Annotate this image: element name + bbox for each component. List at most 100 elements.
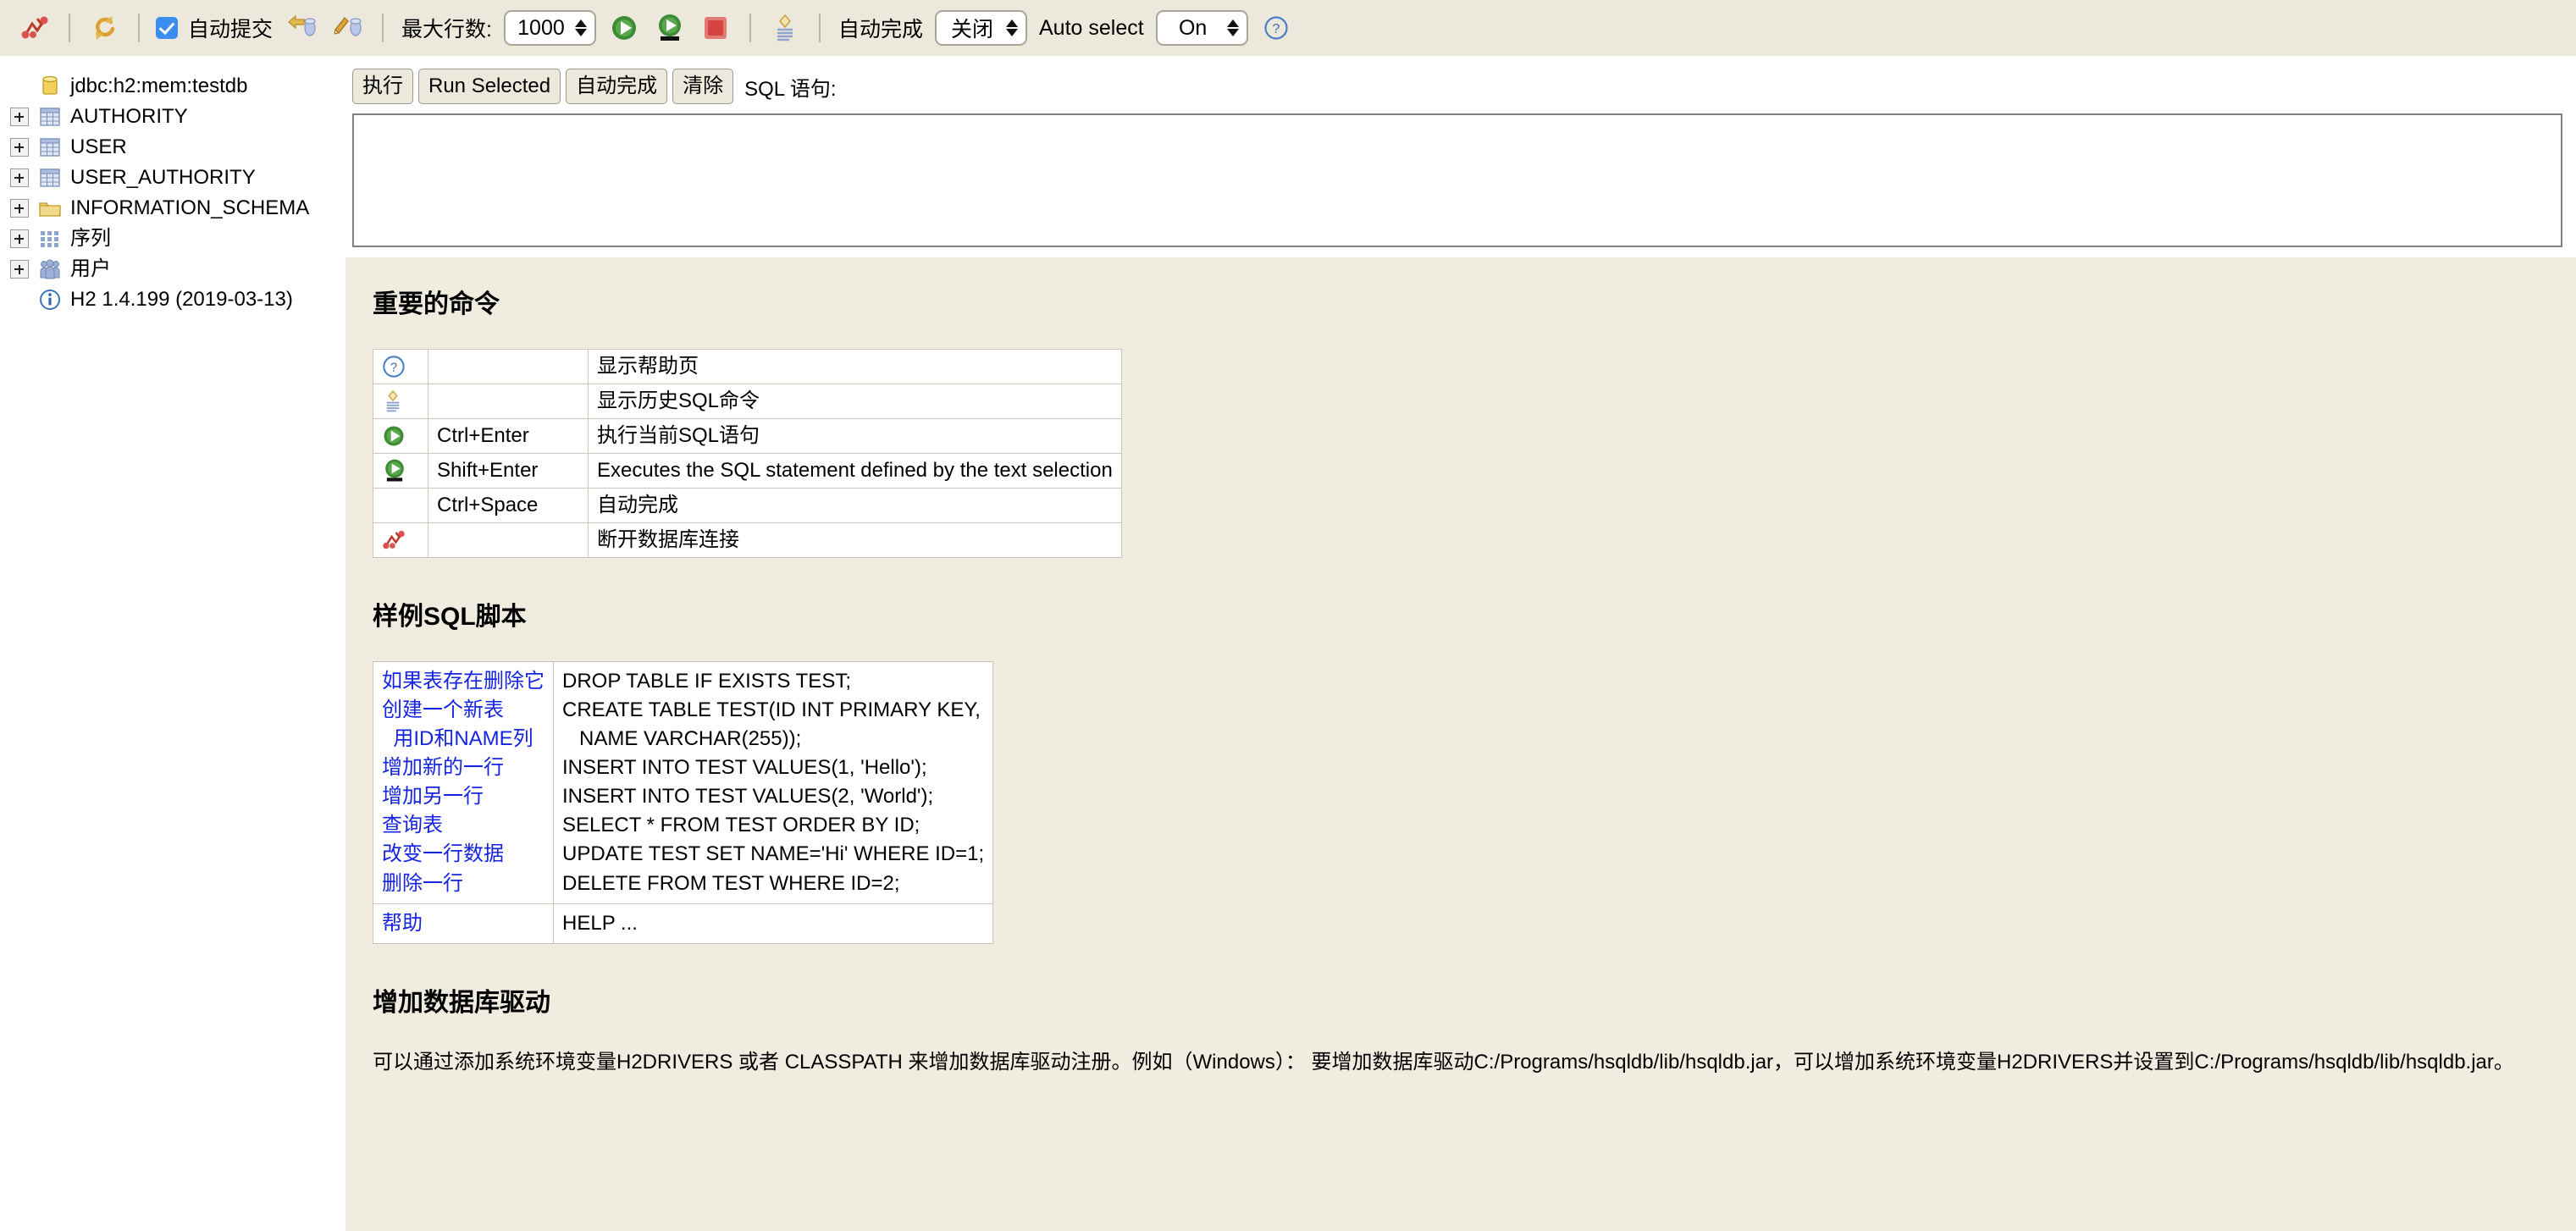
commands-heading: 重要的命令 xyxy=(373,290,500,318)
help-icon[interactable]: ? xyxy=(373,349,428,384)
command-shortcut xyxy=(428,522,589,558)
info-icon xyxy=(39,289,61,311)
auto-commit-label: 自动提交 xyxy=(188,18,274,41)
table-row: Shift+Enter Executes the SQL statement d… xyxy=(373,453,1122,489)
toolbar-separator xyxy=(382,14,384,42)
main-toolbar: 自动提交 最大行数: 1000 自动完成 关闭 Auto select On ? xyxy=(0,0,2576,56)
table-icon xyxy=(39,167,61,189)
autocomplete-label: 自动完成 xyxy=(837,18,923,41)
max-rows-value: 1000 xyxy=(517,15,565,40)
tree-item-label: AUTHORITY xyxy=(70,105,188,128)
auto-select-select[interactable]: On xyxy=(1155,10,1248,46)
disconnect-icon[interactable] xyxy=(373,522,428,558)
table-row: Ctrl+Space 自动完成 xyxy=(373,488,1122,523)
expander-icon[interactable] xyxy=(10,108,29,126)
sample-sql: HELP ... xyxy=(552,903,994,944)
run-selected-icon[interactable] xyxy=(373,453,428,489)
expander-icon[interactable] xyxy=(10,199,29,218)
svg-text:?: ? xyxy=(390,361,397,375)
rollback-icon[interactable] xyxy=(285,10,320,46)
tree-item-user-authority[interactable]: USER_AUTHORITY xyxy=(0,163,345,193)
command-description: 显示帮助页 xyxy=(588,349,1122,384)
sample-sql: DROP TABLE IF EXISTS TEST; CREATE TABLE … xyxy=(552,661,994,904)
command-description: 自动完成 xyxy=(588,488,1122,523)
tree-item-label: jdbc:h2:mem:testdb xyxy=(70,75,248,97)
run-selected-button[interactable]: Run Selected xyxy=(418,69,561,104)
sequence-icon xyxy=(39,228,61,250)
clear-button[interactable]: 清除 xyxy=(672,69,734,104)
database-tree-sidebar: jdbc:h2:mem:testdb AUTHORITY USER USER_A… xyxy=(0,56,345,1231)
disconnect-icon[interactable] xyxy=(17,10,53,46)
sample-note: 帮助 xyxy=(373,903,554,944)
autocomplete-value: 关闭 xyxy=(950,18,993,41)
sample-note: 如果表存在删除它 创建一个新表 用ID和NAME列 增加新的一行 增加另一行 查… xyxy=(373,661,554,904)
svg-text:?: ? xyxy=(1272,22,1280,36)
table-row: 帮助 HELP ... xyxy=(373,903,994,944)
table-icon xyxy=(39,136,61,158)
help-content-panel: 重要的命令 ? 显示帮助页 显示历史SQL命令 Ctrl+Enter 执行当前S… xyxy=(345,257,2576,1231)
history-icon[interactable] xyxy=(373,384,428,419)
table-icon xyxy=(39,106,61,128)
tree-item-label: INFORMATION_SCHEMA xyxy=(70,196,310,219)
expander-placeholder xyxy=(10,77,29,96)
drivers-heading: 增加数据库驱动 xyxy=(373,988,550,1017)
table-row: 如果表存在删除它 创建一个新表 用ID和NAME列 增加新的一行 增加另一行 查… xyxy=(373,661,994,904)
expander-icon[interactable] xyxy=(10,229,29,248)
autocomplete-button[interactable]: 自动完成 xyxy=(566,69,668,104)
tree-item-authority[interactable]: AUTHORITY xyxy=(0,102,345,132)
command-shortcut: Shift+Enter xyxy=(428,453,589,489)
sample-sql-table: 如果表存在删除它 创建一个新表 用ID和NAME列 增加新的一行 增加另一行 查… xyxy=(373,661,994,944)
auto-select-arrows[interactable] xyxy=(1226,19,1239,36)
command-description: Executes the SQL statement defined by th… xyxy=(588,453,1122,489)
expander-icon[interactable] xyxy=(10,138,29,157)
max-rows-stepper[interactable]: 1000 xyxy=(503,10,596,46)
run-icon[interactable] xyxy=(606,10,642,46)
table-row: ? 显示帮助页 xyxy=(373,349,1122,384)
command-description: 断开数据库连接 xyxy=(588,522,1122,558)
stop-icon[interactable] xyxy=(698,10,733,46)
tree-item-label: 用户 xyxy=(70,257,111,280)
sql-workspace: 执行 Run Selected 自动完成 清除 SQL 语句: 重要的命令 ? … xyxy=(345,56,2576,1231)
command-shortcut xyxy=(428,349,589,384)
autocomplete-select[interactable]: 关闭 xyxy=(934,10,1027,46)
expander-icon[interactable] xyxy=(10,168,29,187)
command-shortcut: Ctrl+Enter xyxy=(428,418,589,454)
refresh-icon[interactable] xyxy=(86,10,122,46)
command-shortcut xyxy=(428,384,589,419)
commit-icon[interactable] xyxy=(330,10,366,46)
sample-sql-heading: 样例SQL脚本 xyxy=(373,603,527,631)
commands-table: ? 显示帮助页 显示历史SQL命令 Ctrl+Enter 执行当前SQL语句 S… xyxy=(373,349,1122,558)
tree-item-users[interactable]: 用户 xyxy=(0,254,345,284)
expander-placeholder xyxy=(10,290,29,309)
folder-icon xyxy=(39,197,61,219)
tree-item-version-info[interactable]: H2 1.4.199 (2019-03-13) xyxy=(0,284,345,315)
table-row: Ctrl+Enter 执行当前SQL语句 xyxy=(373,418,1122,454)
drivers-paragraph: 可以通过添加系统环境变量H2DRIVERS 或者 CLASSPATH 来增加数据… xyxy=(373,1050,2514,1074)
auto-select-value: On xyxy=(1178,15,1208,40)
tree-item-user[interactable]: USER xyxy=(0,132,345,163)
command-description: 显示历史SQL命令 xyxy=(588,384,1122,419)
command-shortcut: Ctrl+Space xyxy=(428,488,589,523)
max-rows-arrows[interactable] xyxy=(574,19,587,36)
expander-icon[interactable] xyxy=(10,260,29,279)
tree-item-information-schema[interactable]: INFORMATION_SCHEMA xyxy=(0,193,345,224)
tree-item-label: USER xyxy=(70,135,127,158)
no-icon xyxy=(373,488,428,523)
run-selected-icon[interactable] xyxy=(652,10,688,46)
run-button[interactable]: 执行 xyxy=(352,69,413,104)
max-rows-label: 最大行数: xyxy=(401,18,492,41)
auto-commit-checkbox[interactable] xyxy=(156,17,178,39)
auto-select-label: Auto select xyxy=(1038,15,1144,40)
sql-editor-input[interactable] xyxy=(352,113,2562,247)
tree-item-sequences[interactable]: 序列 xyxy=(0,224,345,254)
run-icon[interactable] xyxy=(373,418,428,454)
tree-item-label: H2 1.4.199 (2019-03-13) xyxy=(70,288,293,311)
database-icon xyxy=(39,75,61,97)
sql-button-bar: 执行 Run Selected 自动完成 清除 SQL 语句: xyxy=(345,68,837,105)
tree-item-connection[interactable]: jdbc:h2:mem:testdb xyxy=(0,71,345,102)
tree-item-label: 序列 xyxy=(70,227,111,250)
autocomplete-arrows[interactable] xyxy=(1005,19,1018,36)
history-icon[interactable] xyxy=(767,10,803,46)
command-description: 执行当前SQL语句 xyxy=(588,418,1122,454)
help-icon[interactable]: ? xyxy=(1258,10,1294,46)
